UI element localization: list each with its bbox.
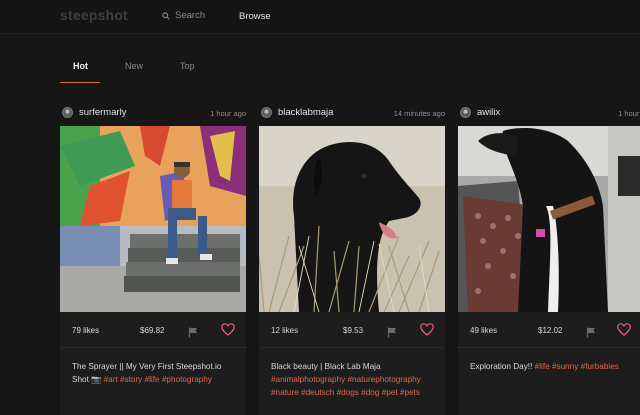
search-label: Search	[175, 10, 206, 21]
likes-count[interactable]: 12 likes	[271, 326, 298, 335]
post-title: Exploration Day!!	[470, 362, 533, 371]
search-button[interactable]: Search	[162, 10, 205, 21]
post-price: $12.02	[538, 326, 563, 335]
tab-top[interactable]: Top	[180, 61, 195, 71]
post-card[interactable]: blacklabmaja 14 minutes ago 12 likes $9.…	[259, 98, 445, 415]
like-heart-icon[interactable]	[420, 323, 434, 341]
post-price: $69.82	[140, 326, 165, 335]
post-header: surfermarly 1 hour ago	[60, 98, 246, 126]
flag-icon[interactable]	[188, 325, 198, 343]
hashtag[interactable]: #nature	[271, 388, 299, 397]
avatar[interactable]	[62, 107, 73, 118]
hashtag[interactable]: #photography	[162, 375, 212, 384]
post-meta: 12 likes $9.53	[259, 312, 445, 348]
post-card[interactable]: surfermarly 1 hour ago 79 likes $69.82 T…	[60, 98, 246, 415]
flag-icon[interactable]	[387, 325, 397, 343]
author-name[interactable]: surfermarly	[79, 107, 127, 118]
hashtag[interactable]: #naturephotography	[347, 375, 420, 384]
avatar[interactable]	[261, 107, 272, 118]
like-heart-icon[interactable]	[221, 323, 235, 341]
search-icon	[162, 11, 170, 20]
app-logo[interactable]: steepshot	[60, 7, 128, 23]
likes-count[interactable]: 79 likes	[72, 326, 99, 335]
hashtag[interactable]: #life	[145, 375, 160, 384]
hashtag[interactable]: #life	[535, 362, 550, 371]
hashtag[interactable]: #story	[120, 375, 142, 384]
post-description: Black beauty | Black Lab Maja #animalpho…	[259, 348, 445, 415]
post-time: 1 hour ago	[618, 109, 640, 118]
like-heart-icon[interactable]	[617, 323, 631, 341]
post-header: awilix 1 hour ago	[458, 98, 640, 126]
hashtag[interactable]: #deutsch	[301, 388, 334, 397]
hashtag[interactable]: #sunny	[552, 362, 578, 371]
post-meta: 49 likes $12.02	[458, 312, 640, 348]
top-bar: steepshot Search Browse	[0, 0, 640, 34]
post-photo[interactable]	[60, 126, 246, 312]
hashtag[interactable]: #pet	[382, 388, 398, 397]
author-name[interactable]: awilix	[477, 107, 500, 118]
post-photo[interactable]	[259, 126, 445, 312]
tab-new[interactable]: New	[125, 61, 143, 71]
hashtag[interactable]: #dog	[361, 388, 379, 397]
hashtag[interactable]: #dogs	[337, 388, 359, 397]
browse-link[interactable]: Browse	[239, 11, 271, 22]
hashtag[interactable]: #furbabies	[581, 362, 619, 371]
hashtag[interactable]: #pets	[400, 388, 420, 397]
author-name[interactable]: blacklabmaja	[278, 107, 333, 118]
avatar[interactable]	[460, 107, 471, 118]
tab-hot[interactable]: Hot	[73, 61, 88, 71]
flag-icon[interactable]	[586, 325, 596, 343]
post-price: $9.53	[343, 326, 364, 335]
post-title: Black beauty | Black Lab Maja	[271, 362, 381, 371]
post-time: 1 hour ago	[210, 109, 246, 118]
post-description: Exploration Day!! #life #sunny #furbabie…	[458, 348, 640, 415]
post-time: 14 minutes ago	[393, 109, 445, 118]
post-header: blacklabmaja 14 minutes ago	[259, 98, 445, 126]
likes-count[interactable]: 49 likes	[470, 326, 497, 335]
hashtag[interactable]: #art	[104, 375, 118, 384]
post-meta: 79 likes $69.82	[60, 312, 246, 348]
active-tab-indicator	[60, 82, 100, 83]
hashtag[interactable]: #animalphotography	[271, 375, 345, 384]
post-description: The Sprayer || My Very First Steepshot.i…	[60, 348, 246, 415]
post-card[interactable]: awilix 1 hour ago 49 likes $12.02	[458, 98, 640, 415]
post-photo[interactable]	[458, 126, 640, 312]
